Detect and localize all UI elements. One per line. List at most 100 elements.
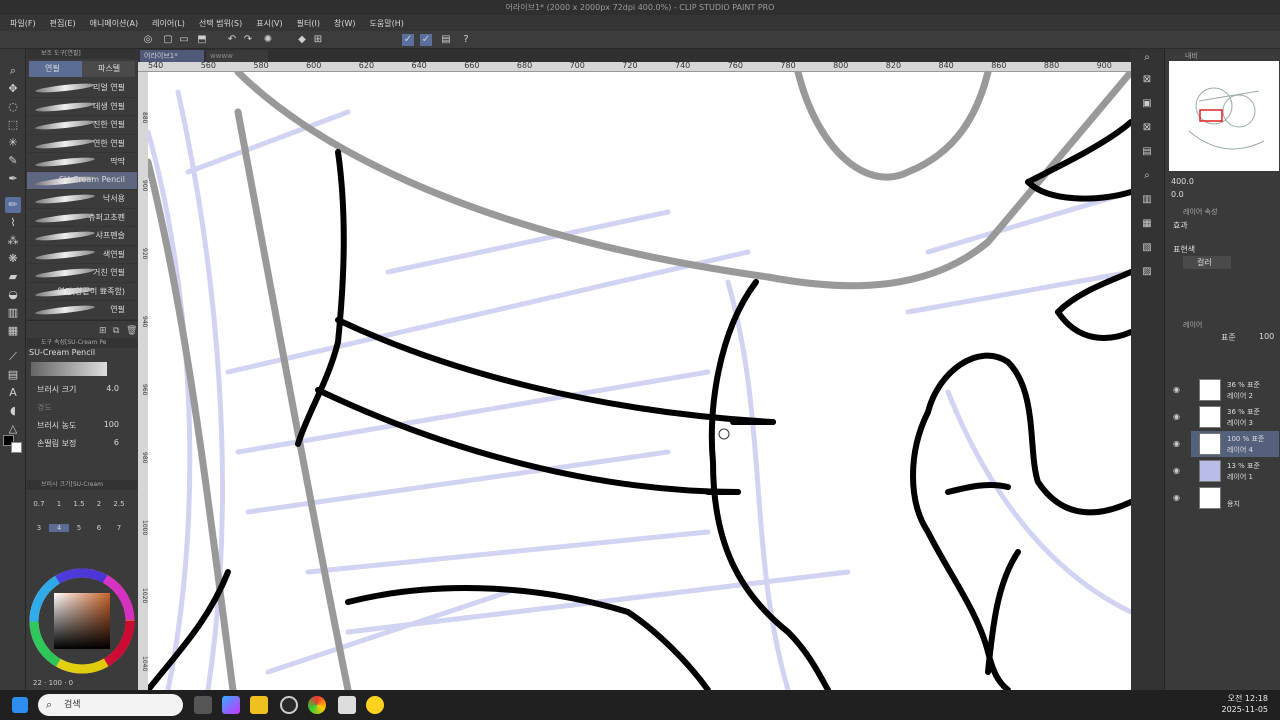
brush-item[interactable]: 진한 연필 [27,116,137,135]
layer-blend-mode[interactable]: 표준 [1221,332,1236,343]
move-icon[interactable]: ✥ [5,81,21,97]
frame-icon[interactable]: ▤ [5,367,21,383]
gradient-icon[interactable]: ▥ [5,305,21,321]
brush-item[interactable]: 거친 연필 [27,264,137,283]
expression-color-select[interactable]: 컬러 [1183,256,1231,269]
stabilization-value[interactable]: 6 [114,438,119,447]
history-icon[interactable]: ▥ [1140,193,1154,207]
menu-filter[interactable]: 필터(I) [297,18,320,29]
visibility-eye-icon[interactable]: ◉ [1173,466,1182,475]
decoration-icon[interactable]: ❋ [5,251,21,267]
material-icon[interactable]: ▣ [1140,97,1154,111]
new-file-icon[interactable]: ▢ [162,34,174,46]
lasso-icon[interactable]: ◌ [5,99,21,115]
brush-density-row[interactable]: 브러시 농도 100 [27,416,137,434]
artwork[interactable] [148,72,1131,690]
help-icon[interactable]: ? [460,34,472,46]
visibility-eye-icon[interactable]: ◉ [1173,412,1182,421]
airbrush-icon[interactable]: ⁂ [5,233,21,249]
file-icon[interactable]: ▤ [440,34,452,46]
color-wheel[interactable] [27,564,137,679]
loading-icon[interactable]: ✺ [262,34,274,46]
search-icon[interactable]: ⌕ [1140,169,1154,183]
menu-view[interactable]: 표시(V) [256,18,282,29]
size-cell[interactable]: 0.7 [29,500,49,508]
menu-layer[interactable]: 레이어(L) [152,18,185,29]
layers-icon[interactable]: ▤ [1140,145,1154,159]
eraser-icon[interactable]: ▰ [5,269,21,285]
hardness-row[interactable]: 경도 [27,398,137,416]
layer-row[interactable]: ◉ 용지 [1173,485,1279,511]
brush-item[interactable]: 색연필 [27,246,137,264]
pencil-icon[interactable]: ✏ [5,197,21,213]
tab-document-2[interactable]: wwww [206,50,268,62]
size-cell-selected[interactable]: 4 [49,524,69,532]
close-icon[interactable]: ⊠ [1140,73,1154,87]
chrome-icon[interactable] [308,696,326,714]
open-folder-icon[interactable]: ▭ [178,34,190,46]
navigator-zoom[interactable]: 400.0 [1171,177,1194,186]
save-icon[interactable]: ⬒ [196,34,208,46]
size-cell[interactable]: 2 [89,500,109,508]
size-cell[interactable]: 1.5 [69,500,89,508]
size-cell[interactable]: 2.5 [109,500,129,508]
brush-item[interactable]: 샤프펜슬 [27,227,137,246]
grid-icon[interactable]: ▨ [1140,265,1154,279]
app-icon[interactable]: ◎ [142,34,154,46]
visibility-eye-icon[interactable]: ◉ [1173,439,1182,448]
size-cell[interactable]: 7 [109,524,129,532]
zoom-icon[interactable]: ⌕ [5,63,21,79]
brush-size-value[interactable]: 4.0 [106,384,119,393]
brush-icon[interactable]: ⌇ [5,215,21,231]
tab-pencil[interactable]: 연필 [29,61,82,77]
size-cell[interactable]: 6 [89,524,109,532]
clip-studio-icon[interactable] [338,696,356,714]
copy-subtool-icon[interactable]: ⧉ [113,326,119,336]
brush-item[interactable]: 낙서용 [27,190,137,209]
tab-document-1[interactable]: 어라이브1* [140,50,204,62]
ruler-snap-icon[interactable]: ✓ [420,34,432,46]
transform-icon[interactable]: ⊞ [312,34,324,46]
task-view-icon[interactable] [194,696,212,714]
text-icon[interactable]: A [5,385,21,401]
ruler-icon[interactable]: ⟋ [5,349,21,365]
app-icon[interactable] [280,696,298,714]
snap-icon[interactable]: ✓ [402,34,414,46]
layer-opacity[interactable]: 100 [1259,332,1274,341]
layer-row-selected[interactable]: ◉ 100 % 표준 레이어 4 [1173,431,1279,457]
drawing-canvas[interactable] [148,72,1131,690]
eyedropper-icon[interactable]: ✎ [5,153,21,169]
brush-item[interactable]: 리얼 연필 [27,79,137,98]
magic-wand-icon[interactable]: ✳ [5,135,21,151]
menu-edit[interactable]: 편집(E) [50,18,76,29]
item-bank-icon[interactable]: ▧ [1140,241,1154,255]
stabilization-row[interactable]: 손떨림 보정 6 [27,434,137,452]
brush-item[interactable]: 딱딱 [27,153,137,172]
size-cell[interactable]: 5 [69,524,89,532]
search-input[interactable]: 검색 [38,694,183,716]
brush-item[interactable]: 데생 연필 [27,98,137,116]
layer-row[interactable]: ◉ 36 % 표준 레이어 3 [1173,404,1279,430]
add-subtool-icon[interactable]: ⊞ [99,326,107,336]
sub-color-swatch[interactable] [11,442,22,453]
app-launcher-icon[interactable] [366,696,384,714]
visibility-eye-icon[interactable]: ◉ [1173,385,1182,394]
auto-action-icon[interactable]: ▦ [1140,217,1154,231]
undo-icon[interactable]: ↶ [226,34,238,46]
menu-animation[interactable]: 애니메이션(A) [90,18,139,29]
delete-subtool-icon[interactable]: 🗑 [126,326,137,336]
layer-row[interactable]: ◉ 36 % 표준 레이어 2 [1173,377,1279,403]
navigator-angle[interactable]: 0.0 [1171,190,1184,199]
menu-window[interactable]: 창(W) [334,18,356,29]
fill-icon[interactable]: ◆ [296,34,308,46]
close-icon[interactable]: ⊠ [1140,121,1154,135]
file-explorer-icon[interactable] [250,696,268,714]
fill-bucket-icon[interactable]: ◒ [5,287,21,303]
copilot-icon[interactable] [222,696,240,714]
visibility-eye-icon[interactable]: ◉ [1173,493,1182,502]
tab-pastel[interactable]: 파스텔 [82,61,135,77]
layer-row[interactable]: ◉ 13 % 표준 레이어 1 [1173,458,1279,484]
brush-item[interactable]: 슈퍼고초펜 [27,209,137,227]
brush-item[interactable]: 연한 연필 [27,135,137,153]
menu-help[interactable]: 도움말(H) [370,18,404,29]
